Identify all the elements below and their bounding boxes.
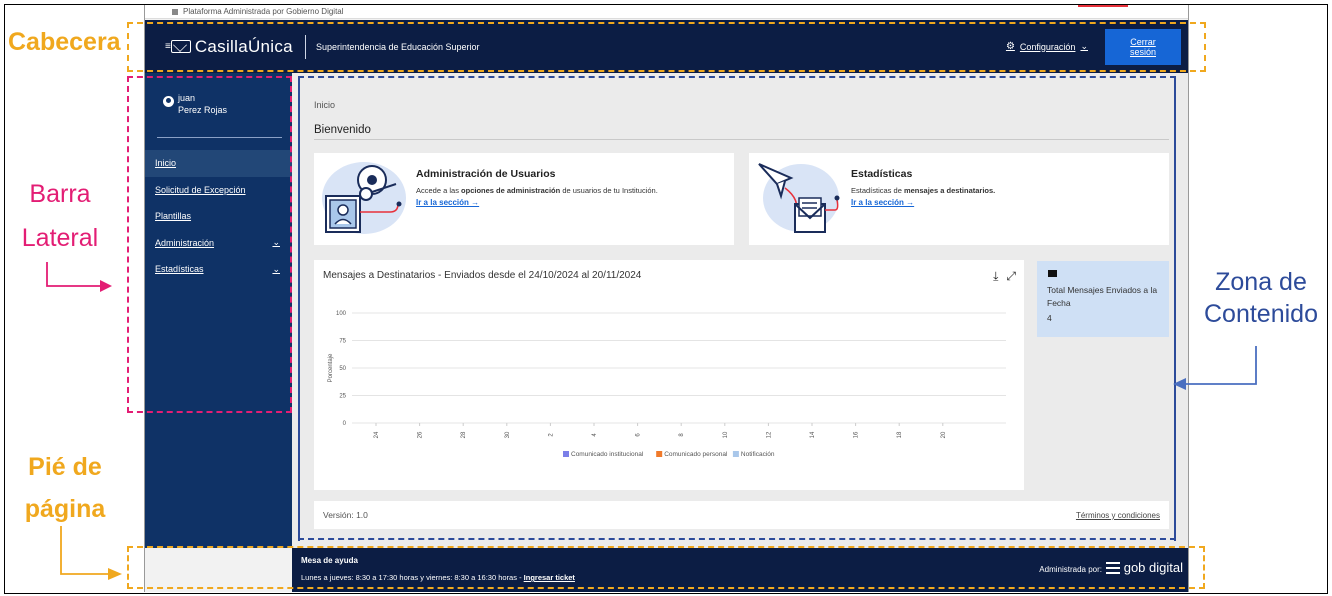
footer-arrow-icon xyxy=(60,526,122,580)
gov-accent-line xyxy=(1078,5,1128,7)
sidebar-highlight-box xyxy=(127,76,292,413)
content-label: Zona de Contenido xyxy=(1204,268,1318,328)
footer-highlight-box xyxy=(127,546,1205,589)
content-highlight-box xyxy=(298,76,1176,541)
gov-strip: Plataforma Administrada por Gobierno Dig… xyxy=(145,5,1188,19)
header-label: Cabecera xyxy=(8,28,121,56)
flag-icon xyxy=(172,8,178,15)
content-bottom-border xyxy=(298,538,1176,540)
content-arrow-icon xyxy=(1173,346,1257,390)
gov-strip-text: Plataforma Administrada por Gobierno Dig… xyxy=(183,7,344,16)
sidebar-label: Barra Lateral xyxy=(21,180,99,252)
header-highlight-box xyxy=(127,22,1206,72)
footer-label: Pié de página xyxy=(24,453,106,523)
content-top-border xyxy=(298,76,1176,78)
sidebar-arrow-icon xyxy=(46,262,112,292)
